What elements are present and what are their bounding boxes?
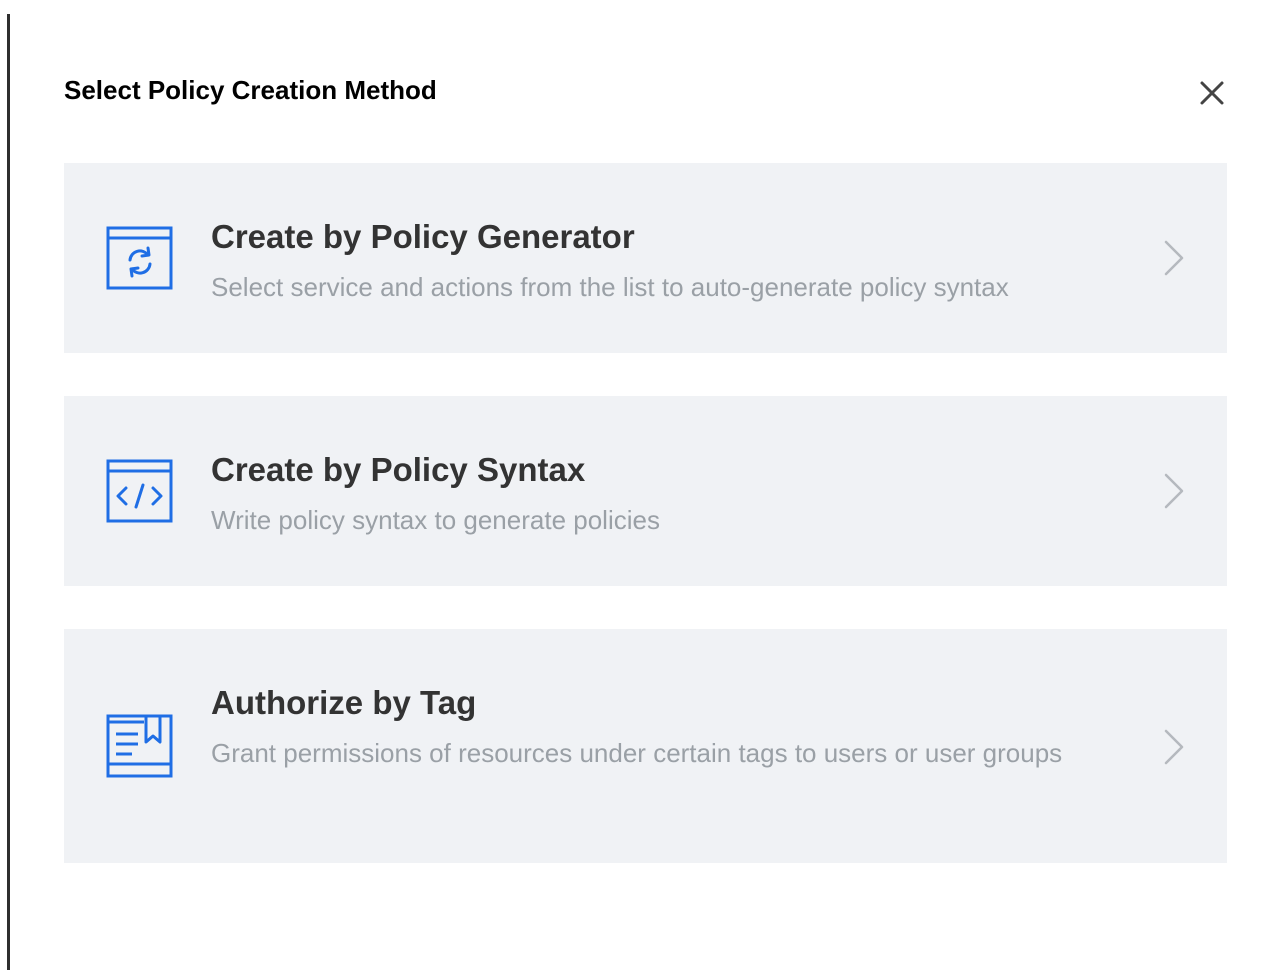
option-description: Grant permissions of resources under cer… <box>211 738 1063 768</box>
option-title: Authorize by Tag <box>211 684 477 721</box>
policy-creation-dialog: Select Policy Creation Method Create by … <box>10 14 1276 970</box>
close-button[interactable] <box>1196 77 1228 109</box>
close-icon <box>1200 81 1224 105</box>
option-policy-generator[interactable]: Create by Policy Generator Select servic… <box>64 163 1227 353</box>
chevron-right-icon <box>1164 729 1184 765</box>
dialog-title: Select Policy Creation Method <box>64 75 437 105</box>
option-title: Create by Policy Syntax <box>211 451 586 488</box>
code-icon <box>106 459 173 523</box>
policy-generator-icon <box>106 226 173 290</box>
tag-document-icon <box>106 714 173 778</box>
option-policy-syntax[interactable]: Create by Policy Syntax Write policy syn… <box>64 396 1227 586</box>
option-description: Write policy syntax to generate policies <box>211 505 660 535</box>
option-title: Create by Policy Generator <box>211 218 635 255</box>
chevron-right-icon <box>1164 473 1184 509</box>
chevron-right-icon <box>1164 240 1184 276</box>
option-description: Select service and actions from the list… <box>211 272 1009 302</box>
option-authorize-by-tag[interactable]: Authorize by Tag Grant permissions of re… <box>64 629 1227 863</box>
